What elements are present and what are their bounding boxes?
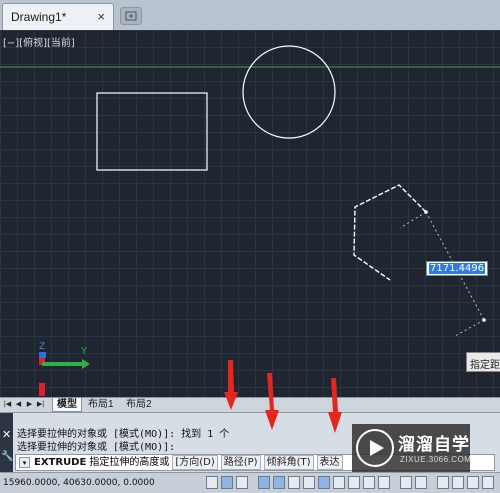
command-prompt-icon[interactable]: ▾	[19, 457, 30, 468]
play-logo-icon	[356, 429, 394, 467]
snap-icon[interactable]	[206, 476, 218, 489]
option-expression[interactable]: 表达	[316, 455, 343, 470]
lock-icon[interactable]	[467, 476, 479, 489]
option-path[interactable]: 路径(P)	[220, 455, 261, 470]
last-layout-button[interactable]: ▶|	[36, 400, 45, 410]
tab-layout1[interactable]: 布局1	[84, 398, 118, 412]
tab-model[interactable]: 模型	[52, 398, 82, 412]
dynamic-input-field[interactable]: 7171.4496	[426, 261, 489, 276]
lwt-icon[interactable]	[333, 476, 345, 489]
close-icon[interactable]: ✕	[2, 428, 11, 441]
watermark-title: 溜溜自学	[398, 435, 470, 454]
wrench-icon[interactable]: 🔧	[1, 451, 13, 462]
ucs-icon: Z Y	[39, 342, 90, 396]
next-layout-button[interactable]: ▶	[25, 400, 34, 410]
first-layout-button[interactable]: |◀	[3, 400, 12, 410]
dynamic-input-value: 7171.4496	[429, 263, 486, 274]
new-tab-icon	[125, 11, 137, 21]
new-tab-button[interactable]	[120, 7, 142, 25]
watermark-url: ZIXUE.3066.COM	[400, 455, 472, 464]
quickview-icon[interactable]	[415, 476, 427, 489]
sc-icon[interactable]	[378, 476, 390, 489]
annotation-icon[interactable]	[437, 476, 449, 489]
osnap-icon[interactable]	[273, 476, 285, 489]
coordinate-readout: 15960.0000, 40630.0000, 0.0000	[3, 478, 155, 488]
command-line-handle[interactable]: ✕ 🔧	[0, 413, 13, 473]
grid-icon[interactable]	[221, 476, 233, 489]
document-tab-bar: Drawing1* ×	[0, 0, 500, 31]
polar-icon[interactable]	[258, 476, 270, 489]
workspace-icon[interactable]	[452, 476, 464, 489]
command-history-line: 选择要拉伸的对象或 [模式(MO)]:	[17, 442, 176, 453]
extension-line	[454, 319, 485, 337]
layout-tabs-bar: |◀ ◀ ▶ ▶| 模型 布局1 布局2	[0, 397, 500, 412]
close-icon[interactable]: ×	[97, 9, 105, 24]
viewport-controls-label[interactable]: [−][俯视][当前]	[3, 34, 75, 49]
command-prompt-text: 指定拉伸的高度或	[89, 457, 170, 468]
document-tab-label: Drawing1*	[11, 10, 67, 24]
grip-point	[482, 318, 486, 322]
status-bar: 15960.0000, 40630.0000, 0.0000	[0, 472, 500, 493]
grip-point	[424, 210, 428, 214]
rectangle-shape[interactable]	[96, 92, 208, 171]
ucs-y-label: Y	[80, 346, 88, 357]
option-direction[interactable]: [方向(D)	[172, 455, 218, 470]
model-icon[interactable]	[400, 476, 412, 489]
tpy-icon[interactable]	[348, 476, 360, 489]
prompt-tooltip: 指定距	[466, 352, 500, 372]
qp-icon[interactable]	[363, 476, 375, 489]
document-tab[interactable]: Drawing1* ×	[2, 3, 114, 30]
ducs-icon[interactable]	[303, 476, 315, 489]
extension-line	[399, 211, 427, 229]
circle-shape[interactable]	[242, 45, 336, 139]
tab-layout2[interactable]: 布局2	[122, 398, 156, 412]
hexagon-shape[interactable]	[353, 184, 427, 281]
ucs-z-label: Z	[39, 342, 45, 352]
prev-layout-button[interactable]: ◀	[14, 400, 23, 410]
dyn-icon[interactable]	[318, 476, 330, 489]
settings-icon[interactable]	[482, 476, 494, 489]
ortho-icon[interactable]	[236, 476, 248, 489]
watermark: 溜溜自学 ZIXUE.3066.COM	[352, 424, 472, 472]
option-taper-angle[interactable]: 倾斜角(T)	[263, 455, 314, 470]
drawing-canvas[interactable]: [−][俯视][当前] 7171.4496 指定距 Z Y	[0, 30, 500, 397]
otrack-icon[interactable]	[288, 476, 300, 489]
command-name: EXTRUDE	[34, 457, 87, 468]
